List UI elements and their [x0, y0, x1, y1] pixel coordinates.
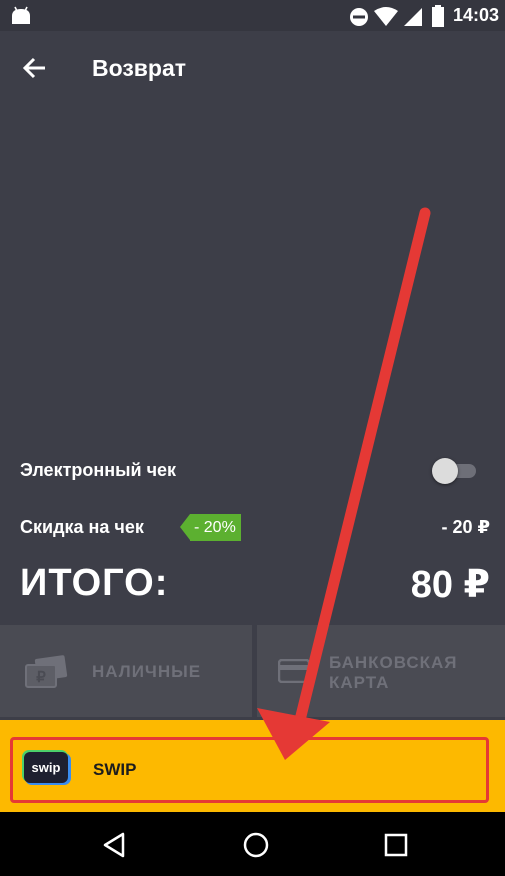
swip-logo-icon: swip	[22, 750, 71, 785]
swip-payment-button[interactable]: swip SWIP	[10, 737, 489, 803]
cash-icon: ₽	[25, 655, 68, 688]
nav-home-icon[interactable]	[239, 828, 273, 862]
arrow-back-icon	[22, 57, 45, 79]
card-payment-button[interactable]: БАНКОВСКАЯ КАРТА	[257, 625, 505, 717]
page-title: Возврат	[92, 55, 187, 81]
electronic-receipt-toggle[interactable]	[432, 458, 478, 484]
cash-payment-label: НАЛИЧНЫЕ	[92, 662, 202, 681]
total-amount: 80 ₽	[410, 564, 490, 606]
wifi-icon	[374, 7, 398, 26]
signal-icon	[404, 8, 422, 26]
nav-back-icon[interactable]	[99, 828, 133, 862]
discount-badge-text: - 20%	[190, 514, 241, 541]
svg-text:₽: ₽	[36, 669, 46, 686]
status-time: 14:03	[452, 5, 499, 25]
toolbar: Возврат	[0, 31, 505, 103]
discount-label: Скидка на чек	[20, 517, 144, 537]
do-not-disturb-icon	[350, 8, 368, 26]
discount-amount: - 20 ₽	[441, 517, 490, 537]
navigation-bar	[0, 812, 505, 876]
total-label: ИТОГО:	[20, 562, 169, 604]
cash-payment-button[interactable]: ₽ НАЛИЧНЫЕ	[0, 625, 252, 717]
credit-card-icon	[278, 659, 310, 683]
android-icon	[12, 6, 30, 24]
back-button[interactable]	[18, 51, 52, 85]
electronic-receipt-label: Электронный чек	[20, 460, 177, 480]
card-payment-label-line1: БАНКОВСКАЯ	[329, 653, 458, 672]
nav-recents-icon[interactable]	[379, 828, 413, 862]
swip-logo-text: swip	[32, 760, 61, 775]
tag-shape	[180, 514, 190, 540]
card-payment-label-line2: КАРТА	[329, 673, 390, 692]
status-bar: 14:03	[0, 0, 505, 31]
battery-icon	[432, 5, 444, 27]
toggle-thumb	[432, 458, 458, 484]
swip-label: SWIP	[93, 760, 137, 779]
